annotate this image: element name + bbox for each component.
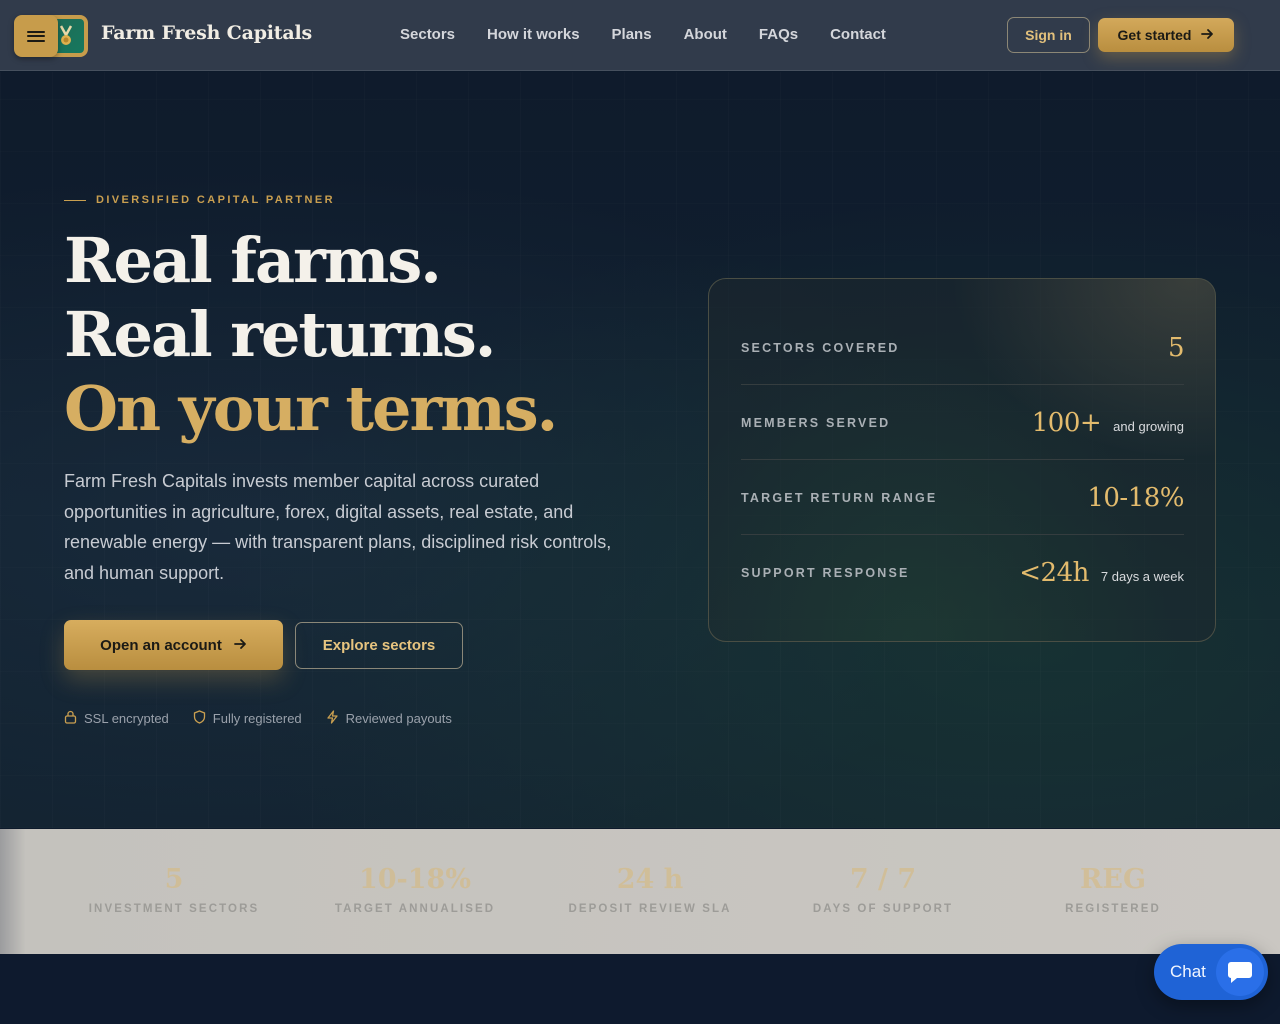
get-started-button[interactable]: Get started (1098, 18, 1234, 52)
hero-lead-text: Farm Fresh Capitals invests member capit… (64, 471, 612, 583)
card-subtext: 7 days a week (1100, 569, 1184, 584)
stat-label: REGISTERED (1065, 903, 1161, 915)
card-label: TARGET RETURN RANGE (741, 490, 938, 505)
lock-icon (64, 710, 84, 727)
chat-button[interactable]: Chat (1154, 944, 1268, 1000)
card-label: SUPPORT RESPONSE (741, 566, 910, 580)
card-value-group: 100+ and growing (1032, 408, 1184, 438)
nav-link-how-it-works[interactable]: How it works (487, 26, 580, 43)
nav-link-sectors[interactable]: Sectors (400, 26, 455, 43)
stats-band: 5 INVESTMENT SECTORS 10-18% TARGET ANNUA… (0, 829, 1280, 954)
trust-badges: SSL encrypted Fully registered Reviewed … (64, 710, 476, 727)
nav-links: Sectors How it works Plans About FAQs Co… (400, 26, 918, 43)
card-value: 10-18% (1087, 482, 1184, 513)
arrow-right-icon (233, 637, 247, 654)
get-started-label: Get started (1117, 27, 1192, 43)
trust-payouts: Reviewed payouts (326, 710, 452, 727)
brand-name[interactable]: Farm Fresh Capitals (101, 22, 312, 44)
card-value-group: <24h 7 days a week (1019, 558, 1184, 588)
card-label: SECTORS COVERED (741, 340, 900, 355)
card-value: <24h (1019, 558, 1089, 588)
card-row-sectors: SECTORS COVERED 5 (741, 311, 1185, 385)
chat-bubble-icon (1216, 948, 1264, 996)
hero-headline: Real farms. Real returns. On your terms. (64, 224, 558, 446)
card-label: MEMBERS SERVED (741, 415, 891, 430)
trust-ssl-label: SSL encrypted (84, 711, 169, 726)
stat-target: 10-18% TARGET ANNUALISED (315, 863, 515, 915)
eyebrow-rule (64, 199, 86, 201)
card-value-group: 10-18% (1087, 483, 1184, 513)
stats-card: SECTORS COVERED 5 MEMBERS SERVED 100+ an… (708, 278, 1216, 642)
trust-ssl: SSL encrypted (64, 710, 169, 727)
arrow-right-icon (1201, 27, 1214, 44)
nav-link-plans[interactable]: Plans (612, 26, 652, 43)
headline-line-2: Real returns. (64, 298, 496, 371)
stat-value: 24 h (616, 864, 684, 895)
stat-value: 10-18% (358, 864, 471, 895)
card-row-support: SUPPORT RESPONSE <24h 7 days a week (741, 536, 1184, 610)
shield-icon (193, 710, 213, 727)
chat-label: Chat (1170, 962, 1206, 981)
card-value: 5 (1167, 332, 1185, 363)
open-account-label: Open an account (100, 636, 222, 654)
stat-label: TARGET ANNUALISED (334, 903, 496, 915)
nav-link-contact[interactable]: Contact (830, 26, 886, 43)
trust-registered-label: Fully registered (212, 711, 302, 726)
open-account-button[interactable]: Open an account (64, 620, 283, 670)
headline-line-1: Real farms. (64, 224, 442, 297)
card-value: 100+ (1031, 407, 1102, 438)
card-row-members: MEMBERS SERVED 100+ and growing (741, 386, 1184, 460)
stat-value: 7 / 7 (849, 864, 917, 895)
stat-value: 5 (164, 864, 184, 895)
stat-value: REG (1079, 864, 1147, 895)
card-row-return: TARGET RETURN RANGE 10-18% (741, 461, 1184, 535)
trust-registered: Fully registered (193, 710, 302, 727)
menu-icon[interactable] (14, 15, 58, 57)
stat-label: DEPOSIT REVIEW SLA (568, 903, 732, 915)
card-subtext: and growing (1113, 418, 1184, 434)
next-section (0, 954, 1280, 1024)
top-nav: Farm Fresh Capitals Sectors How it works… (0, 0, 1280, 71)
stat-support: 7 / 7 DAYS OF SUPPORT (783, 863, 983, 915)
nav-link-about[interactable]: About (684, 26, 727, 43)
hero-eyebrow: DIVERSIFIED CAPITAL PARTNER (64, 194, 335, 206)
explore-sectors-button[interactable]: Explore sectors (295, 622, 463, 669)
stat-registered: REG REGISTERED (1013, 863, 1213, 915)
stat-deposit: 24 h DEPOSIT REVIEW SLA (550, 863, 750, 915)
headline-line-3: On your terms. (64, 372, 558, 445)
hero-section: DIVERSIFIED CAPITAL PARTNER Real farms. … (0, 72, 1280, 828)
trust-payouts-label: Reviewed payouts (345, 711, 452, 726)
card-value-group: 5 (1167, 332, 1185, 363)
stat-label: DAYS OF SUPPORT (812, 903, 954, 915)
stat-label: INVESTMENT SECTORS (88, 903, 260, 915)
sign-in-button[interactable]: Sign in (1007, 17, 1090, 53)
nav-link-faqs[interactable]: FAQs (759, 26, 798, 43)
eyebrow-text: DIVERSIFIED CAPITAL PARTNER (96, 194, 335, 206)
stat-sectors: 5 INVESTMENT SECTORS (74, 863, 274, 915)
bolt-icon (326, 710, 346, 727)
